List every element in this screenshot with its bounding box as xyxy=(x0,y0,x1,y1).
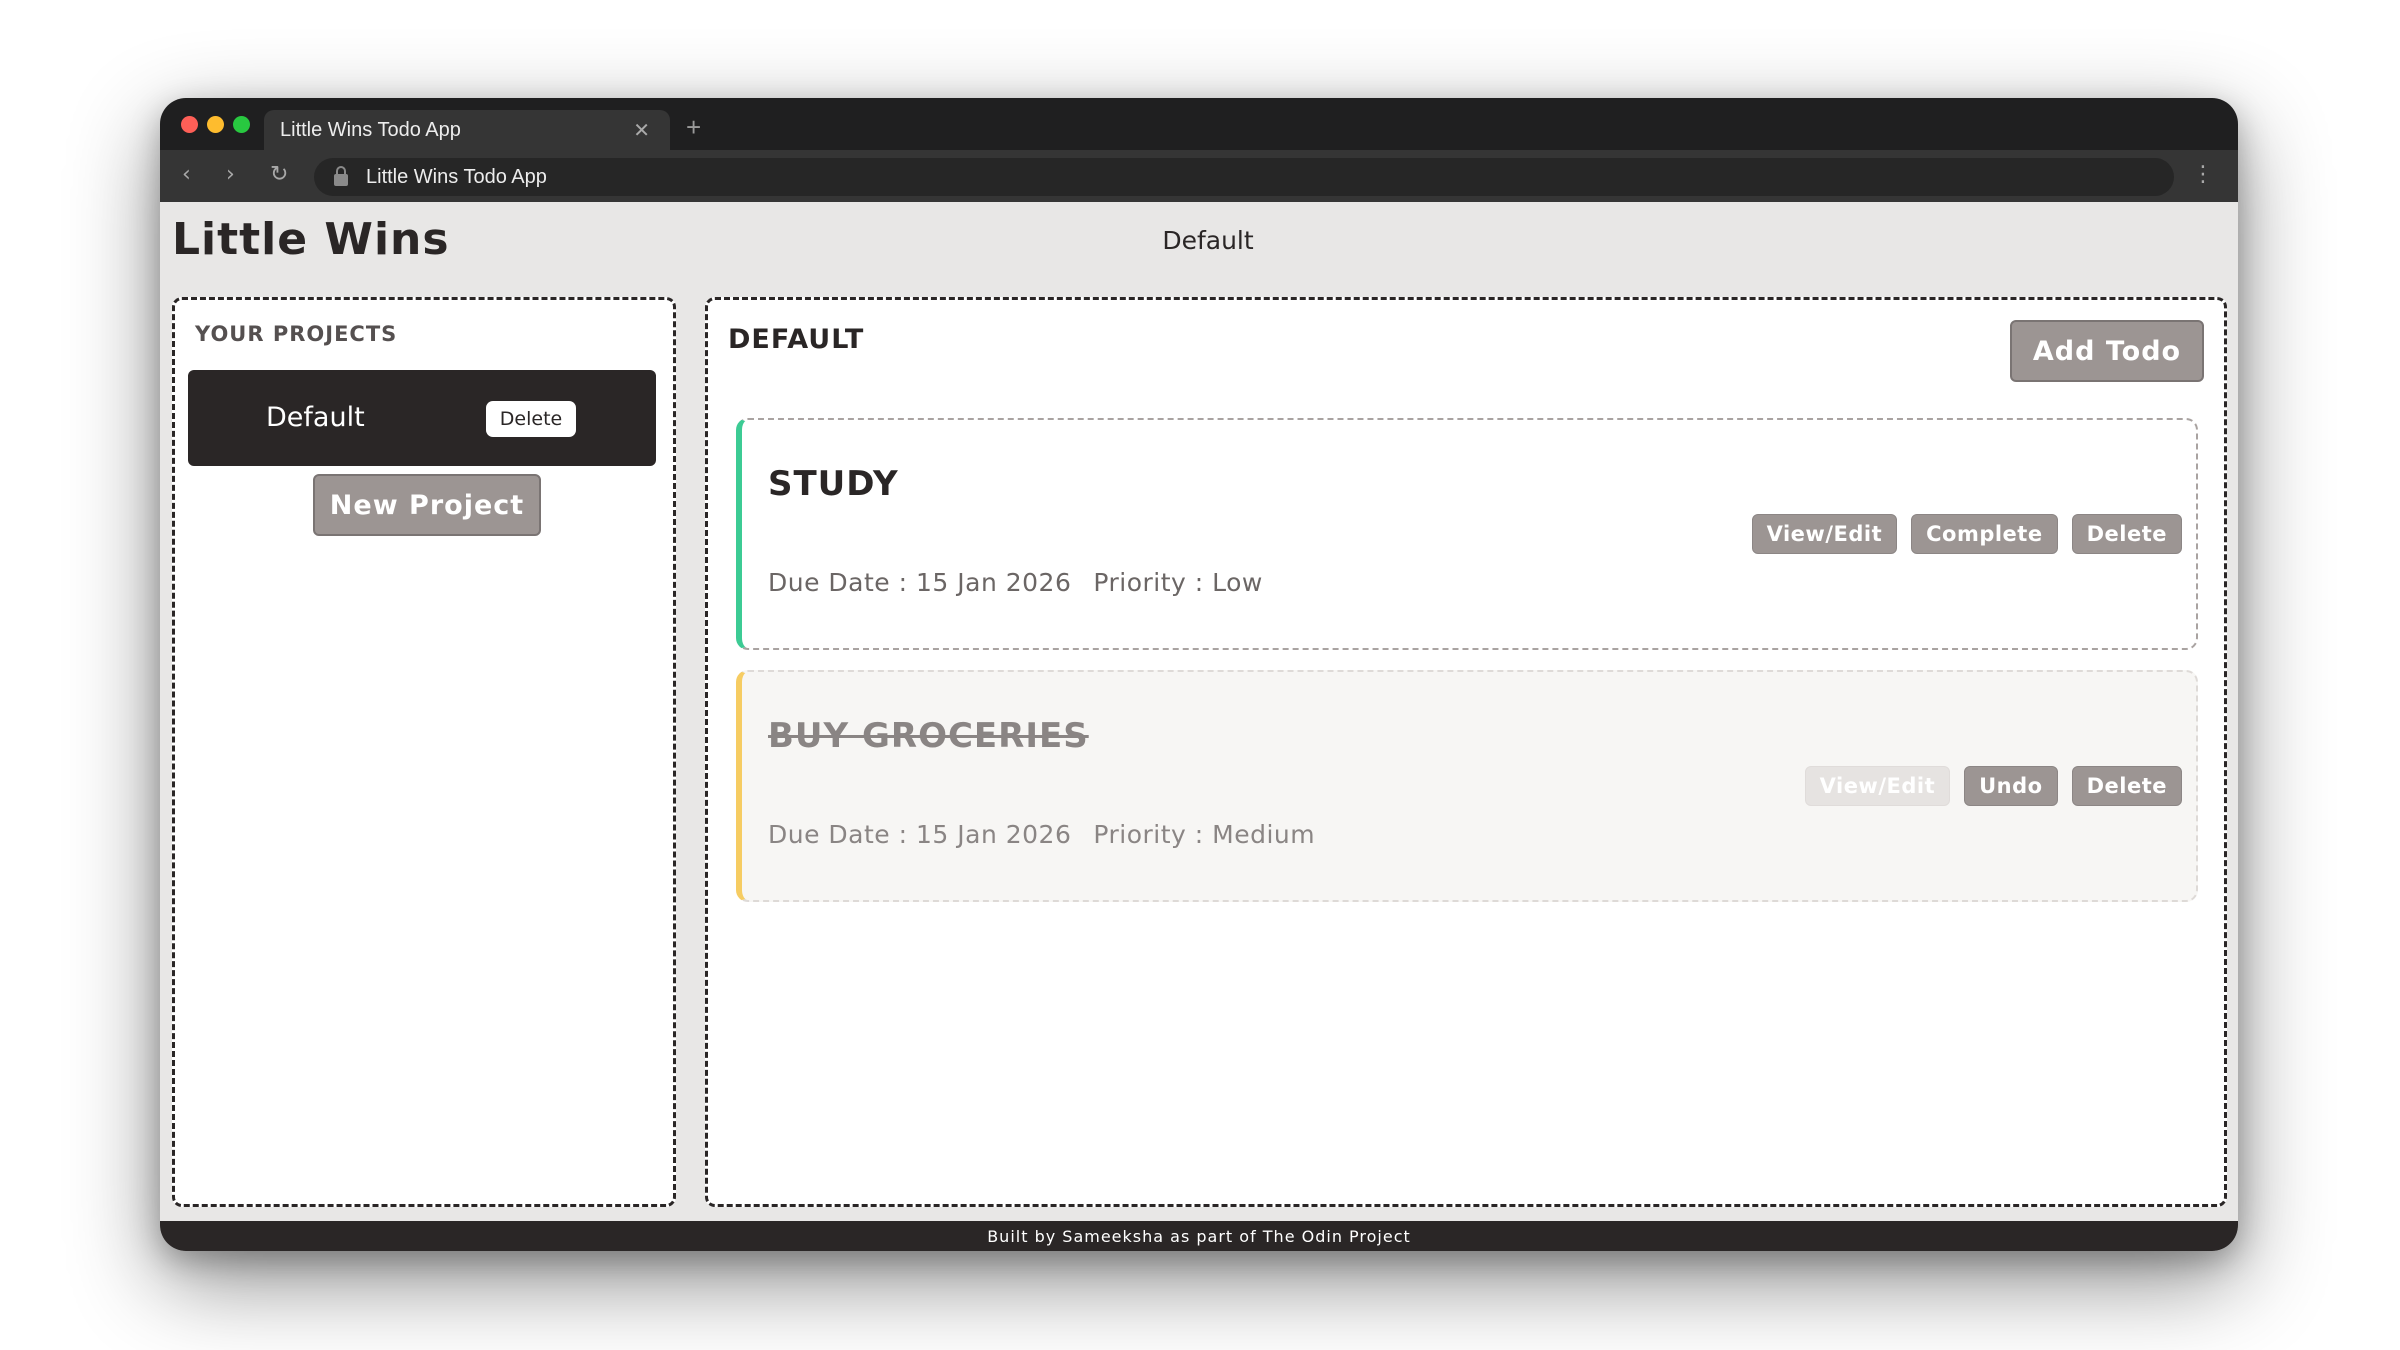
sidebar-heading: YOUR PROJECTS xyxy=(195,322,398,346)
address-bar[interactable]: Little Wins Todo App xyxy=(314,158,2174,196)
todo-meta: Due Date : 15 Jan 2026 Priority : Medium xyxy=(768,820,1315,849)
todo-priority: Priority : Medium xyxy=(1093,820,1316,849)
view-edit-button[interactable]: View/Edit xyxy=(1751,514,1898,554)
lock-icon xyxy=(334,166,348,186)
tab-title: Little Wins Todo App xyxy=(280,118,461,141)
todo-title: STUDY xyxy=(768,464,899,504)
browser-window: Little Wins Todo App ✕ + ‹ › ↻ Little Wi… xyxy=(160,98,2238,1251)
delete-todo-button[interactable]: Delete xyxy=(2071,766,2182,806)
project-heading: DEFAULT xyxy=(728,324,865,355)
current-project-label: Default xyxy=(1162,226,1254,255)
complete-button[interactable]: Complete xyxy=(1911,514,2058,554)
tab-close-icon[interactable]: ✕ xyxy=(633,118,650,143)
todo-card: STUDY Due Date : 15 Jan 2026 Priority : … xyxy=(736,418,2198,650)
browser-menu-icon[interactable]: ⋮ xyxy=(2192,162,2214,187)
new-tab-icon[interactable]: + xyxy=(686,112,701,143)
browser-tab[interactable]: Little Wins Todo App ✕ xyxy=(264,110,670,150)
project-item-default[interactable]: Default Delete xyxy=(188,370,656,466)
delete-todo-button[interactable]: Delete xyxy=(2071,514,2182,554)
back-icon[interactable]: ‹ xyxy=(182,162,191,187)
maximize-window-button[interactable] xyxy=(233,116,250,133)
delete-project-button[interactable]: Delete xyxy=(486,401,576,437)
todo-title: BUY GROCERIES xyxy=(768,716,1089,756)
todo-actions: View/Edit Complete Delete xyxy=(1751,514,2182,554)
project-name: Default xyxy=(266,402,365,433)
page-content: Little Wins Default YOUR PROJECTS Defaul… xyxy=(160,202,2238,1251)
forward-icon[interactable]: › xyxy=(226,162,235,187)
footer: Built by Sameeksha as part of The Odin P… xyxy=(160,1221,2238,1251)
address-bar-text: Little Wins Todo App xyxy=(366,165,547,188)
minimize-window-button[interactable] xyxy=(207,116,224,133)
todo-meta: Due Date : 15 Jan 2026 Priority : Low xyxy=(768,568,1263,597)
todo-due-date: Due Date : 15 Jan 2026 xyxy=(768,820,1072,849)
browser-titlebar: Little Wins Todo App ✕ + xyxy=(160,98,2238,150)
new-project-button[interactable]: New Project xyxy=(313,474,541,536)
todo-panel: DEFAULT Add Todo STUDY Due Date : 15 Jan… xyxy=(705,297,2227,1207)
browser-toolbar: ‹ › ↻ Little Wins Todo App ⋮ xyxy=(160,150,2238,202)
undo-button[interactable]: Undo xyxy=(1964,766,2058,806)
reload-icon[interactable]: ↻ xyxy=(270,162,288,187)
close-window-button[interactable] xyxy=(181,116,198,133)
add-todo-button[interactable]: Add Todo xyxy=(2010,320,2204,382)
todo-card-completed: BUY GROCERIES Due Date : 15 Jan 2026 Pri… xyxy=(736,670,2198,902)
projects-sidebar: YOUR PROJECTS Default Delete New Project xyxy=(172,297,676,1207)
todo-priority: Priority : Low xyxy=(1093,568,1263,597)
todo-due-date: Due Date : 15 Jan 2026 xyxy=(768,568,1072,597)
view-edit-button: View/Edit xyxy=(1804,766,1951,806)
todo-actions: View/Edit Undo Delete xyxy=(1804,766,2182,806)
